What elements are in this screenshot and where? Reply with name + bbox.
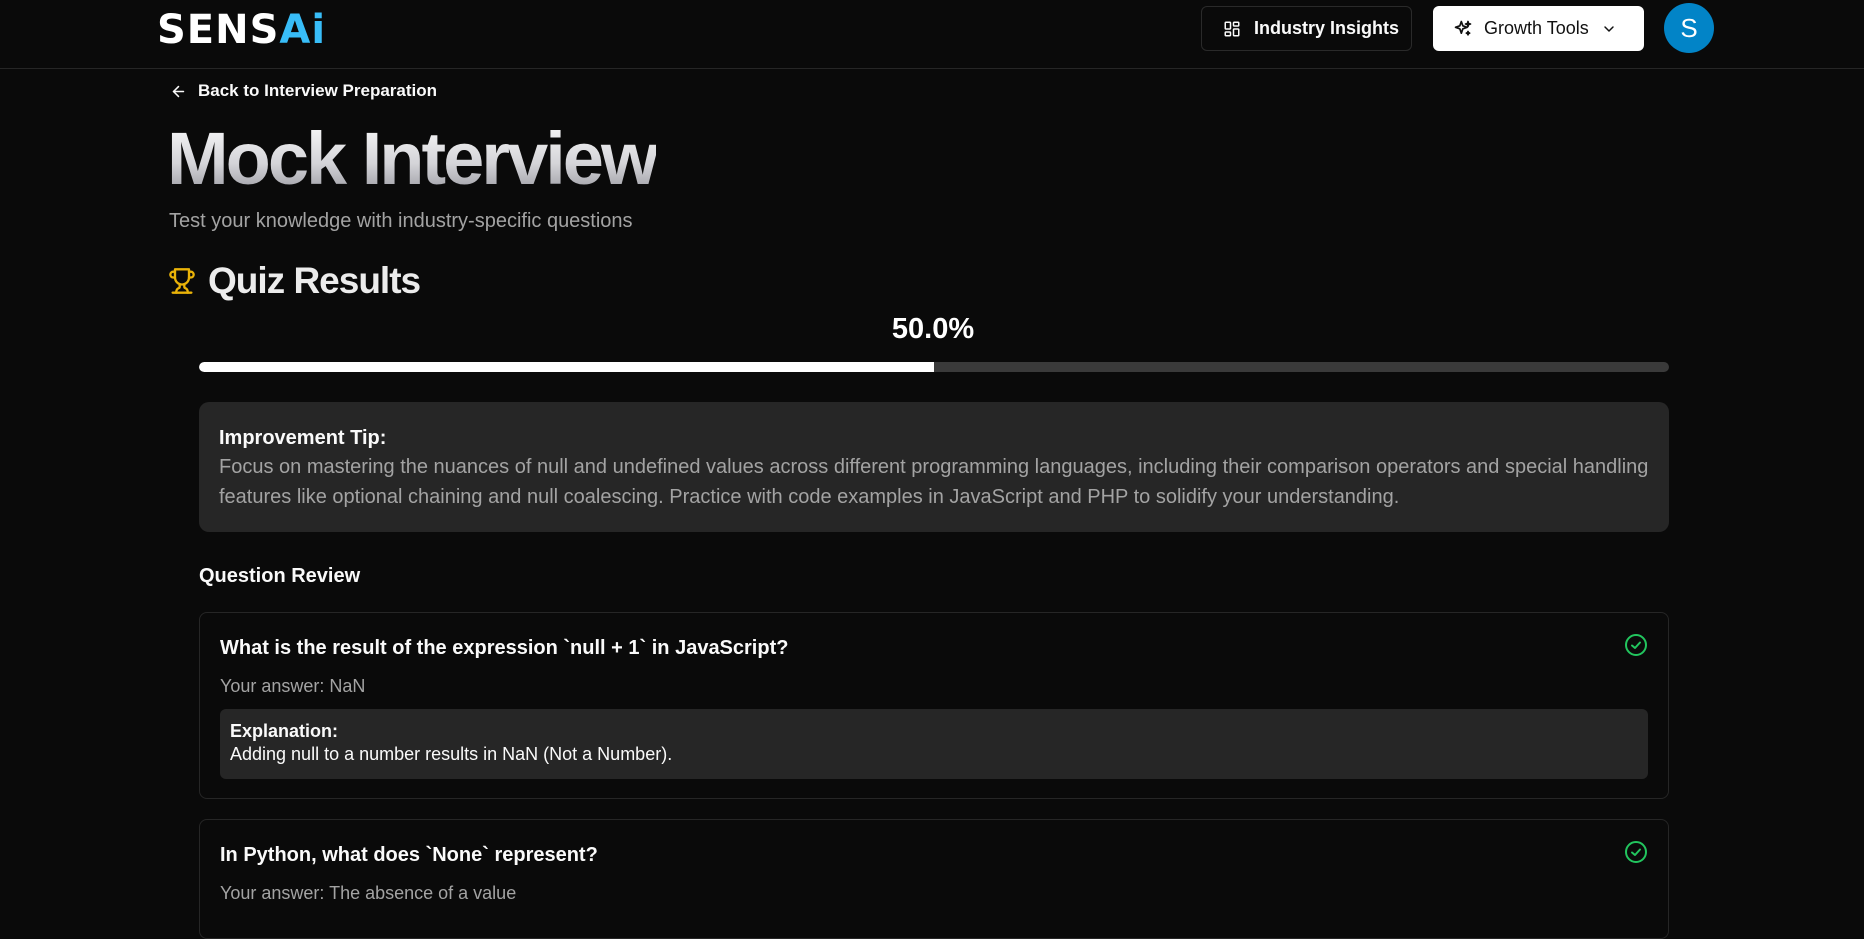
top-navbar: SENSAi Industry Insights Growth Tools S — [0, 0, 1864, 69]
page-subtitle: Test your knowledge with industry-specif… — [169, 210, 633, 232]
trophy-icon — [168, 266, 196, 296]
explanation-box: Explanation: Adding null to a number res… — [220, 709, 1648, 779]
layout-dashboard-icon — [1223, 20, 1254, 38]
question-text: In Python, what does `None` represent? — [220, 844, 598, 866]
explanation-label: Explanation: — [230, 721, 339, 741]
sensai-logo[interactable]: SENSAi — [157, 8, 326, 52]
growth-tools-dropdown-button[interactable]: Growth Tools — [1433, 6, 1644, 51]
back-link-label: Back to Interview Preparation — [198, 81, 438, 100]
question-card: What is the result of the expression `nu… — [199, 612, 1669, 799]
improvement-tip-title: Improvement Tip: — [219, 427, 387, 449]
check-circle-icon — [1624, 633, 1648, 657]
quiz-results-heading: Quiz Results — [168, 259, 421, 303]
question-review-heading: Question Review — [199, 565, 361, 587]
growth-tools-label: Growth Tools — [1484, 18, 1589, 38]
user-avatar[interactable]: S — [1664, 3, 1714, 53]
chevron-down-icon — [1601, 21, 1617, 37]
sparkles-icon — [1453, 19, 1473, 39]
quiz-results-title: Quiz Results — [208, 260, 421, 301]
user-answer: Your answer: NaN — [220, 676, 366, 696]
improvement-tip-body: Focus on mastering the nuances of null a… — [219, 456, 1649, 508]
question-card: In Python, what does `None` represent? Y… — [199, 819, 1669, 939]
question-text: What is the result of the expression `nu… — [220, 637, 789, 659]
check-circle-icon — [1624, 840, 1648, 864]
arrow-left-icon — [170, 83, 198, 100]
industry-insights-button[interactable]: Industry Insights — [1201, 6, 1412, 51]
explanation-text: Adding null to a number results in NaN (… — [230, 744, 673, 764]
industry-insights-label: Industry Insights — [1254, 18, 1400, 38]
page-title: Mock Interview — [167, 117, 659, 200]
score-progress-fill — [199, 362, 934, 372]
back-to-interview-preparation-link[interactable]: Back to Interview Preparation — [170, 79, 437, 103]
user-answer: Your answer: The absence of a value — [220, 883, 517, 903]
score-percentage: 50.0% — [891, 313, 975, 345]
score-progress-bar — [199, 362, 1669, 372]
improvement-tip-card: Improvement Tip: Focus on mastering the … — [199, 402, 1669, 532]
